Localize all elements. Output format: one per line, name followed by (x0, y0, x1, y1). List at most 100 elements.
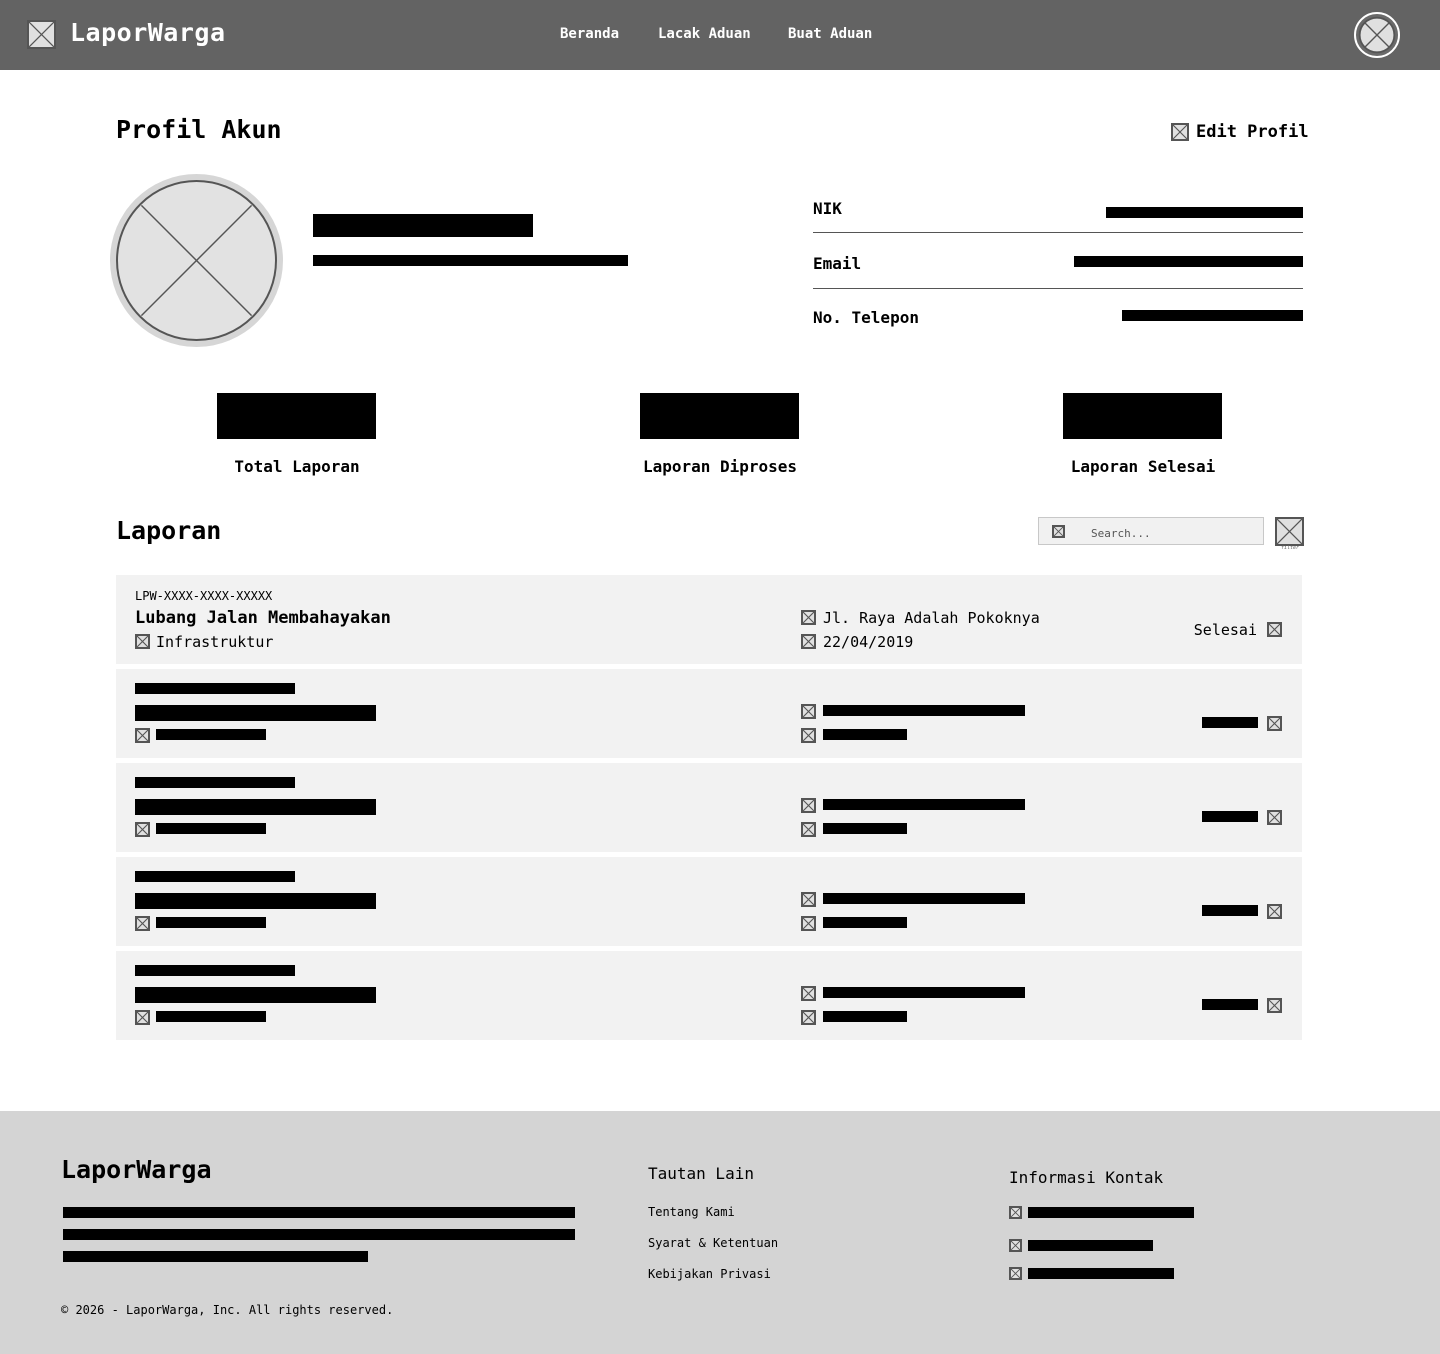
location-icon (801, 610, 816, 625)
contact-email-redacted (1028, 1268, 1174, 1279)
status-icon (1267, 716, 1282, 731)
location-icon (801, 704, 816, 719)
page-title: Profil Akun (116, 115, 282, 144)
search-icon (1052, 525, 1065, 538)
edit-icon (1171, 123, 1189, 141)
footer-description-redacted (63, 1207, 575, 1218)
email-value-redacted (1074, 256, 1303, 267)
status-icon (1267, 810, 1282, 825)
report-status-redacted (1202, 717, 1258, 728)
contact-phone-redacted (1028, 1240, 1153, 1251)
category-icon (135, 728, 150, 743)
report-id-redacted (135, 965, 295, 976)
category-icon (135, 822, 150, 837)
report-id-redacted (135, 777, 295, 788)
stat-diproses-label: Laporan Diproses (642, 457, 798, 476)
report-category-redacted (156, 1011, 266, 1022)
copyright: © 2026 - LaporWarga, Inc. All rights res… (61, 1303, 394, 1317)
links-title: Tautan Lain (648, 1164, 754, 1183)
calendar-icon (801, 728, 816, 743)
footer-brand: LaporWarga (61, 1155, 212, 1184)
report-id-redacted (135, 871, 295, 882)
calendar-icon (801, 634, 816, 649)
contact-address-redacted (1028, 1207, 1194, 1218)
report-location: Jl. Raya Adalah Pokoknya (823, 609, 1040, 627)
report-card[interactable]: LPW-XXXX-XXXX-XXXXX Lubang Jalan Membaha… (116, 575, 1302, 664)
link-syarat-ketentuan[interactable]: Syarat & Ketentuan (648, 1236, 778, 1250)
report-card[interactable] (116, 763, 1302, 852)
stat-diproses-value-redacted (640, 393, 799, 439)
report-date-redacted (823, 917, 907, 928)
report-title-redacted (135, 987, 376, 1003)
stat-selesai-label: Laporan Selesai (1070, 457, 1216, 476)
stat-total-value-redacted (217, 393, 376, 439)
report-card[interactable] (116, 951, 1302, 1040)
category-icon (135, 916, 150, 931)
status-icon (1267, 622, 1282, 637)
report-id: LPW-XXXX-XXXX-XXXXX (135, 589, 273, 603)
nik-label: NIK (813, 199, 842, 218)
profile-subtitle-redacted (313, 255, 628, 266)
report-card[interactable] (116, 669, 1302, 758)
report-category-redacted (156, 729, 266, 740)
search-box[interactable] (1038, 517, 1264, 545)
profile-avatar (110, 174, 283, 347)
calendar-icon (801, 822, 816, 837)
status-icon (1267, 904, 1282, 919)
report-status: Selesai (1193, 621, 1257, 639)
footer-description-redacted (63, 1251, 368, 1262)
report-date-redacted (823, 729, 907, 740)
top-navbar: LaporWarga Beranda Lacak Aduan Buat Adua… (0, 0, 1440, 70)
report-id-redacted (135, 683, 295, 694)
user-avatar-icon[interactable] (1354, 12, 1400, 58)
calendar-icon (801, 1010, 816, 1025)
phone-value-redacted (1122, 310, 1303, 321)
filter-icon[interactable] (1275, 517, 1304, 546)
report-title: Lubang Jalan Membahayakan (135, 608, 391, 628)
reports-title: Laporan (116, 516, 222, 545)
calendar-icon (801, 916, 816, 931)
brand-name[interactable]: LaporWarga (70, 18, 226, 47)
report-location-redacted (823, 987, 1025, 998)
report-location-redacted (823, 799, 1025, 810)
link-tentang-kami[interactable]: Tentang Kami (648, 1205, 735, 1219)
report-location-redacted (823, 893, 1025, 904)
report-title-redacted (135, 893, 376, 909)
nik-value-redacted (1106, 207, 1303, 218)
location-icon (801, 798, 816, 813)
category-icon (135, 634, 150, 649)
report-category-redacted (156, 823, 266, 834)
report-title-redacted (135, 799, 376, 815)
location-icon (801, 892, 816, 907)
report-date-redacted (823, 823, 907, 834)
report-category-redacted (156, 917, 266, 928)
report-status-redacted (1202, 905, 1258, 916)
filter-caption: filter (1280, 545, 1300, 551)
phone-label: No. Telepon (813, 308, 919, 327)
contact-title: Informasi Kontak (1009, 1168, 1164, 1187)
report-title-redacted (135, 705, 376, 721)
report-status-redacted (1202, 999, 1258, 1010)
address-icon (1009, 1206, 1022, 1219)
edit-profile-button[interactable]: Edit Profil (1171, 121, 1309, 143)
email-icon (1009, 1267, 1022, 1280)
report-date-redacted (823, 1011, 907, 1022)
edit-profile-label: Edit Profil (1196, 122, 1309, 142)
footer-description-redacted (63, 1229, 575, 1240)
report-date: 22/04/2019 (823, 633, 914, 651)
phone-icon (1009, 1239, 1022, 1252)
nav-lacak-aduan[interactable]: Lacak Aduan (658, 26, 751, 42)
nav-beranda[interactable]: Beranda (560, 26, 619, 42)
email-label: Email (813, 254, 862, 273)
logo-icon[interactable] (27, 20, 56, 49)
category-icon (135, 1010, 150, 1025)
link-kebijakan-privasi[interactable]: Kebijakan Privasi (648, 1267, 771, 1281)
report-location-redacted (823, 705, 1025, 716)
report-card[interactable] (116, 857, 1302, 946)
nav-buat-aduan[interactable]: Buat Aduan (788, 26, 872, 42)
location-icon (801, 986, 816, 1001)
search-input[interactable] (1089, 523, 1258, 543)
divider (813, 232, 1303, 233)
report-status-redacted (1202, 811, 1258, 822)
report-category: Infrastruktur (156, 633, 274, 651)
